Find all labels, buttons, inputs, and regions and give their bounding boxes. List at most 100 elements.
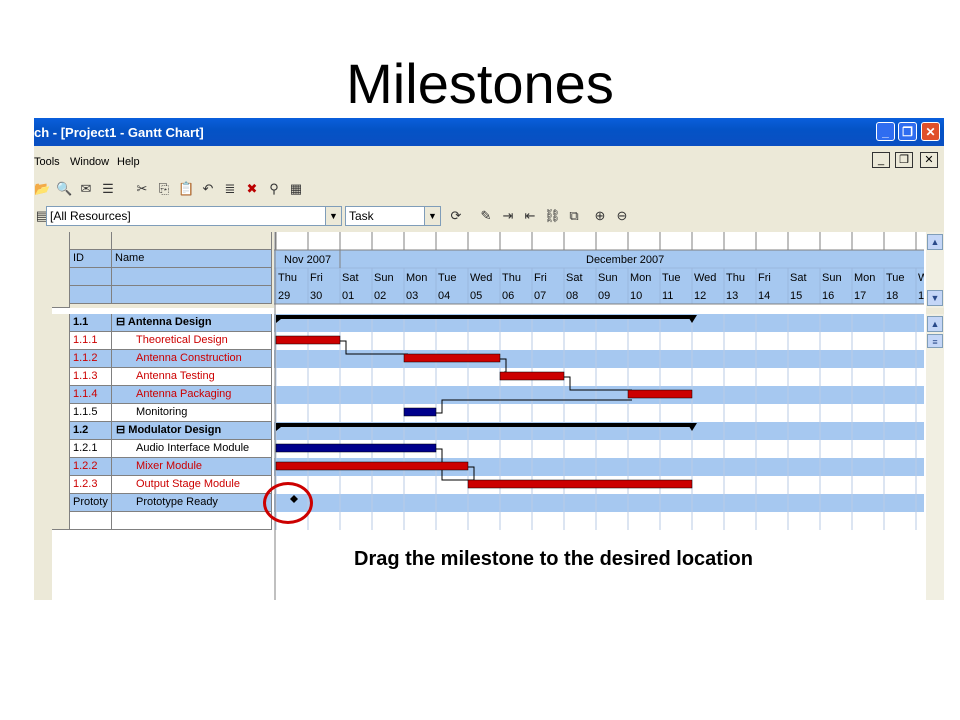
day-of-week-label: Sat: [790, 272, 807, 284]
task-name-cell[interactable]: Antenna Construction: [112, 350, 272, 368]
menu-help[interactable]: Help: [117, 156, 140, 168]
scroll-up-icon[interactable]: ▲: [927, 316, 943, 332]
insert-icon[interactable]: ≣: [222, 181, 238, 197]
undo-icon[interactable]: ↶: [200, 181, 216, 197]
task-id-cell[interactable]: 1.1: [70, 314, 112, 332]
day-of-week-label: Thu: [278, 272, 297, 284]
task-name-cell[interactable]: ⊟ Modulator Design: [112, 422, 272, 440]
task-name-cell[interactable]: Prototype Ready: [112, 494, 272, 512]
refresh-icon[interactable]: ⟳: [448, 208, 464, 224]
empty-row-cell[interactable]: [70, 512, 112, 530]
day-of-week-label: Wed: [470, 272, 492, 284]
mdi-close-button[interactable]: ✕: [920, 152, 938, 168]
header-blank: [112, 268, 272, 286]
day-date-label: 08: [566, 290, 578, 302]
vertical-scrollbar[interactable]: ▲ ≡: [926, 314, 944, 600]
task-id-cell[interactable]: Prototy: [70, 494, 112, 512]
minimize-button[interactable]: _: [876, 122, 895, 141]
critical-task-bar: [275, 335, 341, 345]
resource-filter-select[interactable]: [All Resources] ▼: [46, 206, 342, 226]
day-date-label: 05: [470, 290, 482, 302]
day-of-week-label: Thu: [502, 272, 521, 284]
zoom-in-icon[interactable]: ⊕: [592, 208, 608, 224]
window-title: ch - [Project1 - Gantt Chart]: [34, 125, 204, 140]
view-type-select[interactable]: Task ▼: [345, 206, 441, 226]
zoom-out-icon[interactable]: ⊖: [614, 208, 630, 224]
table-header: ID Name: [52, 232, 274, 308]
day-date-label: 29: [278, 290, 290, 302]
row-selector-header: [52, 232, 70, 308]
scroll-up-icon[interactable]: ▲: [927, 234, 943, 250]
task-id-cell[interactable]: 1.1.4: [70, 386, 112, 404]
close-button[interactable]: ✕: [921, 122, 940, 141]
task-name-cell[interactable]: Audio Interface Module: [112, 440, 272, 458]
mdi-minimize-button[interactable]: _: [872, 152, 890, 168]
task-name-cell[interactable]: Monitoring: [112, 404, 272, 422]
day-date-label: 16: [822, 290, 834, 302]
scroll-thumb[interactable]: ≡: [927, 334, 943, 348]
task-id-cell[interactable]: 1.1.1: [70, 332, 112, 350]
day-of-week-label: Sat: [342, 272, 359, 284]
task-id-cell[interactable]: 1.1.2: [70, 350, 112, 368]
task-name: Antenna Packaging: [136, 388, 232, 400]
menu-tools[interactable]: Tools: [34, 156, 60, 168]
task-id-cell[interactable]: 1.2.3: [70, 476, 112, 494]
outdent-icon[interactable]: ⇤: [522, 208, 538, 224]
edit-task-icon[interactable]: ✎: [478, 208, 494, 224]
mail-icon[interactable]: ✉: [78, 181, 94, 197]
task-name-cell[interactable]: Theoretical Design: [112, 332, 272, 350]
day-date-label: 17: [854, 290, 866, 302]
task-name-cell[interactable]: ⊟ Antenna Design: [112, 314, 272, 332]
collapse-icon[interactable]: ⊟: [116, 316, 128, 328]
day-date-label: 02: [374, 290, 386, 302]
day-of-week-label: Mon: [630, 272, 651, 284]
day-of-week-label: Sat: [566, 272, 583, 284]
task-name-cell[interactable]: Antenna Testing: [112, 368, 272, 386]
task-id-cell[interactable]: 1.2.2: [70, 458, 112, 476]
day-of-week-label: Fri: [310, 272, 323, 284]
grid-icon[interactable]: ▦: [288, 181, 304, 197]
header-scrollbar[interactable]: ▲ ▼: [926, 232, 944, 308]
header-blank: [112, 286, 272, 304]
delete-icon[interactable]: ✖: [244, 181, 260, 197]
menu-window[interactable]: Window: [70, 156, 109, 168]
mdi-restore-button[interactable]: ❐: [895, 152, 913, 168]
task-name-cell[interactable]: Mixer Module: [112, 458, 272, 476]
unlink-icon[interactable]: ⧉: [566, 208, 582, 224]
day-of-week-label: Sun: [374, 272, 394, 284]
empty-row-cell[interactable]: [112, 512, 272, 530]
copy-icon[interactable]: ⎘: [156, 181, 172, 197]
task-id-cell[interactable]: 1.1.3: [70, 368, 112, 386]
open-icon[interactable]: 📂: [34, 181, 50, 197]
day-of-week-label: Mon: [854, 272, 875, 284]
collapse-icon[interactable]: ⊟: [116, 424, 128, 436]
task-id-cell[interactable]: 1.2.1: [70, 440, 112, 458]
day-date-label: 04: [438, 290, 450, 302]
task-name-cell[interactable]: Output Stage Module: [112, 476, 272, 494]
view-type-value: Task: [349, 209, 374, 223]
day-date-label: 10: [630, 290, 642, 302]
month-label: December 2007: [586, 254, 664, 266]
critical-task-bar: [627, 389, 693, 399]
link-icon[interactable]: ⛓: [544, 208, 561, 224]
indent-icon[interactable]: ⇥: [500, 208, 516, 224]
list-icon[interactable]: ☰: [100, 181, 116, 197]
header-blank: [70, 232, 112, 250]
scroll-down-icon[interactable]: ▼: [927, 290, 943, 306]
print-preview-icon[interactable]: 🔍: [56, 181, 72, 197]
header-blank: [70, 286, 112, 304]
task-id-cell[interactable]: 1.1.5: [70, 404, 112, 422]
column-header-name[interactable]: Name: [112, 250, 272, 268]
chevron-down-icon[interactable]: ▼: [424, 207, 440, 225]
column-header-id[interactable]: ID: [70, 250, 112, 268]
task-name: Antenna Design: [127, 316, 212, 328]
day-date-label: 14: [758, 290, 770, 302]
task-id-cell[interactable]: 1.2: [70, 422, 112, 440]
chevron-down-icon[interactable]: ▼: [325, 207, 341, 225]
paste-icon[interactable]: 📋: [178, 181, 194, 197]
cut-icon[interactable]: ✂: [134, 181, 150, 197]
find-icon[interactable]: ⚲: [266, 181, 282, 197]
task-name: Monitoring: [136, 406, 188, 418]
task-name-cell[interactable]: Antenna Packaging: [112, 386, 272, 404]
restore-button[interactable]: ❐: [898, 122, 917, 141]
